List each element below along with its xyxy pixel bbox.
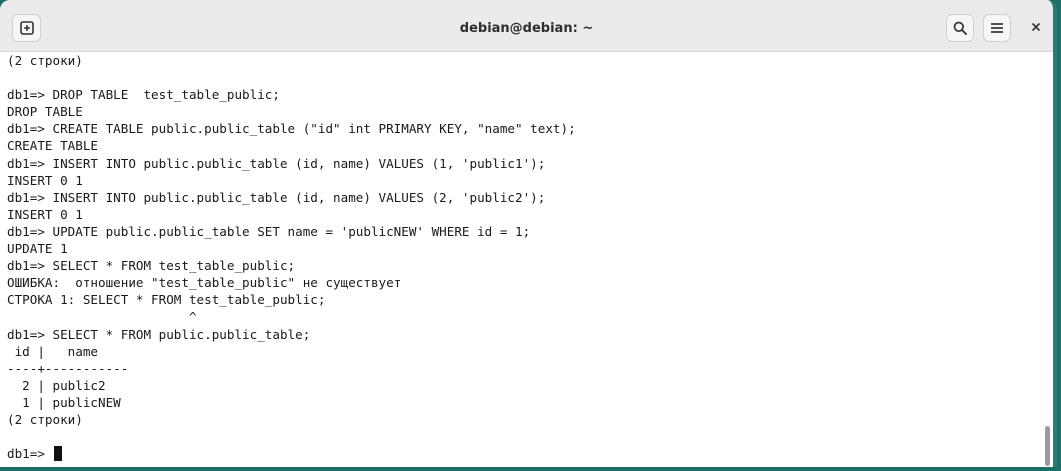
- window-title: debian@debian: ~: [459, 21, 594, 36]
- terminal-line: 1 | publicNEW: [7, 394, 121, 410]
- prompt-line[interactable]: db1=>: [7, 445, 1039, 462]
- terminal-line: db1=> CREATE TABLE public.public_table (…: [7, 121, 576, 137]
- terminal-line: INSERT 0 1: [7, 172, 83, 188]
- new-tab-button[interactable]: [12, 14, 41, 42]
- terminal-line: db1=> SELECT * FROM public.public_table;: [7, 326, 311, 342]
- close-icon: [1031, 19, 1041, 37]
- terminal-line: db1=> SELECT * FROM test_table_public;: [7, 258, 296, 274]
- text-cursor: [53, 446, 62, 462]
- terminal-line: ОШИБКА: отношение "test_table_public" не…: [7, 275, 402, 291]
- terminal-line: DROP TABLE: [7, 104, 83, 120]
- terminal-line: db1=> UPDATE public.public_table SET nam…: [7, 223, 531, 239]
- terminal-line: СТРОКА 1: SELECT * FROM test_table_publi…: [7, 292, 326, 308]
- title-bar: debian@debian: ~: [0, 0, 1053, 52]
- close-button[interactable]: [1024, 16, 1048, 40]
- terminal-line: (2 строки): [7, 411, 83, 427]
- hamburger-menu-icon: [990, 22, 1004, 34]
- terminal-line: db1=> INSERT INTO public.public_table (i…: [7, 189, 546, 205]
- terminal-line: UPDATE 1: [7, 241, 68, 257]
- main-menu-button[interactable]: [983, 14, 1011, 42]
- terminal-line: id | name: [7, 343, 98, 359]
- terminal-window: debian@debian: ~ (2 строки) db1=> DROP T…: [0, 0, 1057, 467]
- terminal-line: 2 | public2: [7, 377, 106, 393]
- scrollbar[interactable]: [1039, 52, 1053, 467]
- search-icon: [953, 21, 967, 35]
- terminal-line: db1=> DROP TABLE test_table_public;: [7, 87, 280, 103]
- terminal-line: ^: [7, 309, 197, 325]
- prompt-text: db1=>: [7, 446, 53, 462]
- search-button[interactable]: [946, 14, 974, 42]
- scrollbar-thumb[interactable]: [1045, 426, 1050, 466]
- terminal-line: ----+-----------: [7, 360, 129, 376]
- terminal-line: db1=> INSERT INTO public.public_table (i…: [7, 155, 546, 171]
- terminal-line: INSERT 0 1: [7, 206, 83, 222]
- new-tab-icon: [19, 21, 34, 35]
- terminal-line: (2 строки): [7, 53, 83, 68]
- terminal-output[interactable]: (2 строки) db1=> DROP TABLE test_table_pu…: [7, 52, 1039, 467]
- terminal-line: CREATE TABLE: [7, 138, 98, 154]
